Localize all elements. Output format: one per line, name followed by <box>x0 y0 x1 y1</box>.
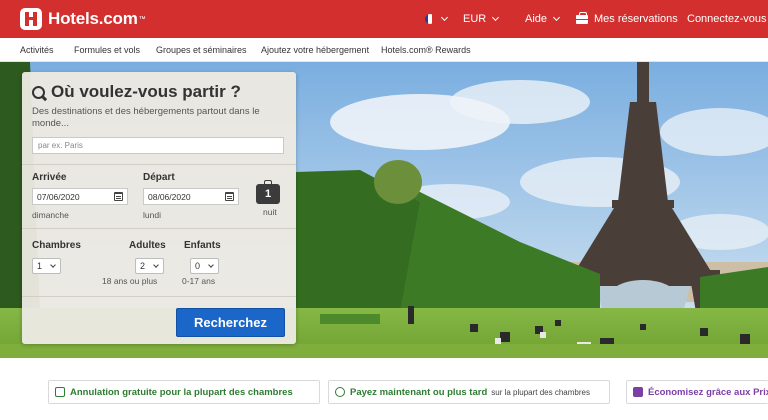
adults-select[interactable]: 2 <box>135 258 164 274</box>
rooms-value: 1 <box>37 261 43 271</box>
reservations-link[interactable]: Mes réservations <box>576 0 678 38</box>
chevron-down-icon <box>552 13 561 22</box>
chevron-down-icon <box>50 262 56 268</box>
currency-label: EUR <box>463 13 487 25</box>
arrival-date-value: 07/06/2020 <box>37 191 80 202</box>
hotels-logo[interactable]: Hotels.com ™ <box>20 8 146 30</box>
chevron-down-icon <box>153 262 159 268</box>
subnav-item-groupes[interactable]: Groupes et séminaires <box>156 38 247 62</box>
arrival-date-field[interactable]: 07/06/2020 <box>32 188 128 205</box>
calendar-check-icon <box>55 387 65 397</box>
currency-selector[interactable]: EUR <box>463 0 500 38</box>
login-label: Connectez-vous <box>687 13 767 25</box>
nights-count-badge: 1 <box>256 180 280 204</box>
adults-label: Adultes <box>129 240 166 251</box>
children-select[interactable]: 0 <box>190 258 219 274</box>
benefit-strong-text: Payez maintenant ou plus tard <box>350 386 488 398</box>
divider <box>22 228 296 229</box>
adults-value: 2 <box>140 261 146 271</box>
subnav-item-activites[interactable]: Activités <box>20 38 54 62</box>
chevron-down-icon <box>208 262 214 268</box>
destination-input[interactable] <box>32 137 284 154</box>
top-header: Hotels.com ™ EUR Aide Mes réservations C… <box>0 0 768 38</box>
subnav-item-ajoutez[interactable]: Ajoutez votre hébergement <box>261 38 369 62</box>
help-label: Aide <box>525 13 548 25</box>
children-value: 0 <box>195 261 201 271</box>
login-link[interactable]: Connectez-vous <box>687 0 767 38</box>
children-age-hint: 0-17 ans <box>182 276 216 286</box>
divider <box>22 296 296 297</box>
search-button[interactable]: Recherchez <box>176 308 285 337</box>
chevron-down-icon <box>492 13 500 22</box>
departure-date-value: 08/06/2020 <box>148 191 191 202</box>
chevron-down-icon <box>440 13 449 22</box>
departure-label: Départ <box>143 172 175 183</box>
benefit-pay-later: Payez maintenant ou plus tard sur la plu… <box>328 380 610 404</box>
search-title-text: Où voulez-vous partir ? <box>51 82 241 101</box>
search-title: Où voulez-vous partir ? <box>32 82 241 102</box>
benefit-strong-text: Économisez grâce aux Prix <box>648 386 768 398</box>
calendar-icon <box>114 192 123 201</box>
lock-icon <box>633 387 643 397</box>
children-label: Enfants <box>184 240 221 251</box>
sub-navigation: Activités Formules et vols Groupes et sé… <box>0 38 768 62</box>
rooms-select[interactable]: 1 <box>32 258 61 274</box>
search-icon <box>32 85 45 99</box>
language-selector[interactable] <box>425 0 449 38</box>
rooms-label: Chambres <box>32 240 81 251</box>
france-flag-icon <box>425 14 435 24</box>
adults-age-hint: 18 ans ou plus <box>102 276 158 286</box>
hotels-logo-icon <box>20 8 42 30</box>
departure-date-field[interactable]: 08/06/2020 <box>143 188 239 205</box>
divider <box>22 164 296 165</box>
help-menu[interactable]: Aide <box>525 0 561 38</box>
arrival-weekday: dimanche <box>32 210 69 220</box>
benefit-free-cancellation: Annulation gratuite pour la plupart des … <box>48 380 320 404</box>
subnav-item-rewards[interactable]: Hotels.com® Rewards <box>381 38 471 62</box>
benefit-strong-text: Annulation gratuite pour la plupart des … <box>70 386 293 398</box>
arrival-label: Arrivée <box>32 172 67 183</box>
logo-trademark: ™ <box>138 15 146 23</box>
benefits-bar: Annulation gratuite pour la plupart des … <box>0 358 768 420</box>
nights-label: nuit <box>263 207 277 217</box>
money-icon <box>335 387 345 397</box>
logo-text: Hotels.com <box>48 9 138 28</box>
search-panel: Où voulez-vous partir ? Des destinations… <box>22 72 296 344</box>
suitcase-icon <box>576 11 588 24</box>
calendar-icon <box>225 192 234 201</box>
reservations-label: Mes réservations <box>594 13 678 25</box>
benefit-light-text: sur la plupart des chambres <box>491 387 590 397</box>
departure-weekday: lundi <box>143 210 161 220</box>
benefit-save-prices: Économisez grâce aux Prix <box>626 380 768 404</box>
search-subtitle: Des destinations et des hébergements par… <box>32 106 260 129</box>
subnav-item-formules[interactable]: Formules et vols <box>74 38 140 62</box>
